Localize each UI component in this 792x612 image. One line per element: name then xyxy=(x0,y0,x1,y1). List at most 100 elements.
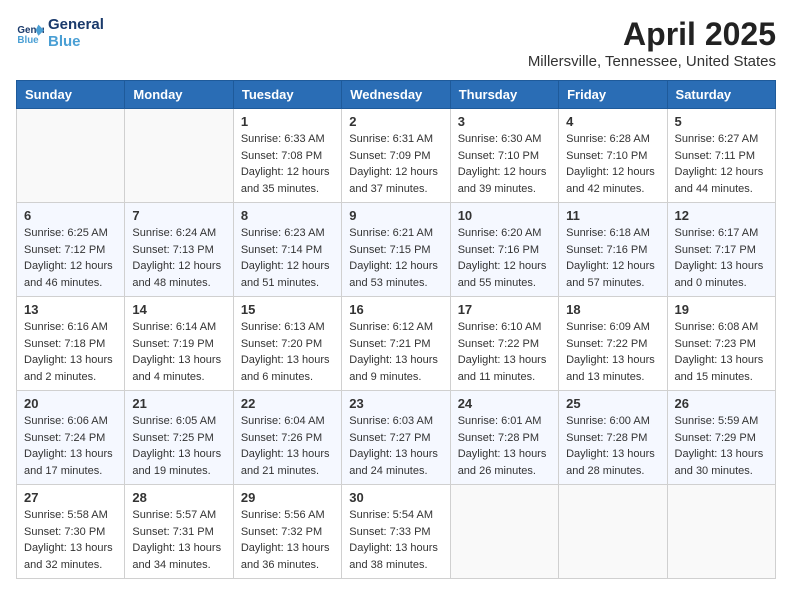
day-number: 3 xyxy=(458,114,551,129)
day-info: Sunrise: 6:30 AM Sunset: 7:10 PM Dayligh… xyxy=(458,131,551,197)
day-info: Sunrise: 6:05 AM Sunset: 7:25 PM Dayligh… xyxy=(132,413,225,479)
daylight-text: Daylight: 12 hours and 42 minutes. xyxy=(566,164,659,197)
calendar: SundayMondayTuesdayWednesdayThursdayFrid… xyxy=(16,80,776,579)
sunset-text: Sunset: 7:28 PM xyxy=(566,430,659,447)
calendar-week-row: 27 Sunrise: 5:58 AM Sunset: 7:30 PM Dayl… xyxy=(17,485,776,579)
calendar-cell: 22 Sunrise: 6:04 AM Sunset: 7:26 PM Dayl… xyxy=(233,391,341,485)
daylight-text: Daylight: 13 hours and 0 minutes. xyxy=(675,258,768,291)
sunrise-text: Sunrise: 6:30 AM xyxy=(458,131,551,148)
sunrise-text: Sunrise: 5:57 AM xyxy=(132,507,225,524)
day-number: 26 xyxy=(675,396,768,411)
sunset-text: Sunset: 7:27 PM xyxy=(349,430,442,447)
day-number: 12 xyxy=(675,208,768,223)
day-info: Sunrise: 6:31 AM Sunset: 7:09 PM Dayligh… xyxy=(349,131,442,197)
calendar-cell: 23 Sunrise: 6:03 AM Sunset: 7:27 PM Dayl… xyxy=(342,391,450,485)
day-info: Sunrise: 6:08 AM Sunset: 7:23 PM Dayligh… xyxy=(675,319,768,385)
sunrise-text: Sunrise: 6:00 AM xyxy=(566,413,659,430)
calendar-week-row: 13 Sunrise: 6:16 AM Sunset: 7:18 PM Dayl… xyxy=(17,297,776,391)
day-info: Sunrise: 5:59 AM Sunset: 7:29 PM Dayligh… xyxy=(675,413,768,479)
sunrise-text: Sunrise: 6:05 AM xyxy=(132,413,225,430)
sunset-text: Sunset: 7:10 PM xyxy=(458,148,551,165)
day-number: 27 xyxy=(24,490,117,505)
day-number: 1 xyxy=(241,114,334,129)
daylight-text: Daylight: 13 hours and 13 minutes. xyxy=(566,352,659,385)
day-info: Sunrise: 6:13 AM Sunset: 7:20 PM Dayligh… xyxy=(241,319,334,385)
calendar-cell: 27 Sunrise: 5:58 AM Sunset: 7:30 PM Dayl… xyxy=(17,485,125,579)
calendar-cell: 7 Sunrise: 6:24 AM Sunset: 7:13 PM Dayli… xyxy=(125,203,233,297)
weekday-header: Sunday xyxy=(17,81,125,109)
sunset-text: Sunset: 7:32 PM xyxy=(241,524,334,541)
calendar-cell: 17 Sunrise: 6:10 AM Sunset: 7:22 PM Dayl… xyxy=(450,297,558,391)
sunset-text: Sunset: 7:31 PM xyxy=(132,524,225,541)
daylight-text: Daylight: 13 hours and 11 minutes. xyxy=(458,352,551,385)
sunrise-text: Sunrise: 6:24 AM xyxy=(132,225,225,242)
day-info: Sunrise: 6:33 AM Sunset: 7:08 PM Dayligh… xyxy=(241,131,334,197)
weekday-header: Thursday xyxy=(450,81,558,109)
sunrise-text: Sunrise: 6:33 AM xyxy=(241,131,334,148)
location-title: Millersville, Tennessee, United States xyxy=(528,53,776,70)
day-number: 8 xyxy=(241,208,334,223)
calendar-cell: 30 Sunrise: 5:54 AM Sunset: 7:33 PM Dayl… xyxy=(342,485,450,579)
sunset-text: Sunset: 7:17 PM xyxy=(675,242,768,259)
day-info: Sunrise: 6:09 AM Sunset: 7:22 PM Dayligh… xyxy=(566,319,659,385)
sunrise-text: Sunrise: 6:27 AM xyxy=(675,131,768,148)
daylight-text: Daylight: 12 hours and 35 minutes. xyxy=(241,164,334,197)
calendar-week-row: 20 Sunrise: 6:06 AM Sunset: 7:24 PM Dayl… xyxy=(17,391,776,485)
daylight-text: Daylight: 13 hours and 21 minutes. xyxy=(241,446,334,479)
day-info: Sunrise: 6:27 AM Sunset: 7:11 PM Dayligh… xyxy=(675,131,768,197)
day-info: Sunrise: 5:56 AM Sunset: 7:32 PM Dayligh… xyxy=(241,507,334,573)
sunset-text: Sunset: 7:19 PM xyxy=(132,336,225,353)
sunset-text: Sunset: 7:25 PM xyxy=(132,430,225,447)
calendar-cell: 16 Sunrise: 6:12 AM Sunset: 7:21 PM Dayl… xyxy=(342,297,450,391)
daylight-text: Daylight: 13 hours and 26 minutes. xyxy=(458,446,551,479)
daylight-text: Daylight: 12 hours and 37 minutes. xyxy=(349,164,442,197)
sunset-text: Sunset: 7:12 PM xyxy=(24,242,117,259)
daylight-text: Daylight: 13 hours and 32 minutes. xyxy=(24,540,117,573)
day-info: Sunrise: 5:54 AM Sunset: 7:33 PM Dayligh… xyxy=(349,507,442,573)
calendar-week-row: 6 Sunrise: 6:25 AM Sunset: 7:12 PM Dayli… xyxy=(17,203,776,297)
logo-blue: Blue xyxy=(48,33,104,50)
weekday-header: Friday xyxy=(559,81,667,109)
daylight-text: Daylight: 12 hours and 46 minutes. xyxy=(24,258,117,291)
calendar-cell: 8 Sunrise: 6:23 AM Sunset: 7:14 PM Dayli… xyxy=(233,203,341,297)
day-info: Sunrise: 6:04 AM Sunset: 7:26 PM Dayligh… xyxy=(241,413,334,479)
weekday-header: Monday xyxy=(125,81,233,109)
sunrise-text: Sunrise: 5:59 AM xyxy=(675,413,768,430)
daylight-text: Daylight: 13 hours and 34 minutes. xyxy=(132,540,225,573)
sunset-text: Sunset: 7:16 PM xyxy=(566,242,659,259)
daylight-text: Daylight: 12 hours and 57 minutes. xyxy=(566,258,659,291)
sunrise-text: Sunrise: 6:17 AM xyxy=(675,225,768,242)
day-number: 17 xyxy=(458,302,551,317)
daylight-text: Daylight: 12 hours and 39 minutes. xyxy=(458,164,551,197)
sunrise-text: Sunrise: 6:25 AM xyxy=(24,225,117,242)
day-info: Sunrise: 6:03 AM Sunset: 7:27 PM Dayligh… xyxy=(349,413,442,479)
day-number: 9 xyxy=(349,208,442,223)
sunrise-text: Sunrise: 6:20 AM xyxy=(458,225,551,242)
day-info: Sunrise: 6:23 AM Sunset: 7:14 PM Dayligh… xyxy=(241,225,334,291)
daylight-text: Daylight: 13 hours and 36 minutes. xyxy=(241,540,334,573)
calendar-cell: 12 Sunrise: 6:17 AM Sunset: 7:17 PM Dayl… xyxy=(667,203,775,297)
calendar-cell: 1 Sunrise: 6:33 AM Sunset: 7:08 PM Dayli… xyxy=(233,109,341,203)
sunset-text: Sunset: 7:08 PM xyxy=(241,148,334,165)
day-number: 21 xyxy=(132,396,225,411)
daylight-text: Daylight: 12 hours and 51 minutes. xyxy=(241,258,334,291)
sunset-text: Sunset: 7:20 PM xyxy=(241,336,334,353)
sunset-text: Sunset: 7:26 PM xyxy=(241,430,334,447)
day-number: 19 xyxy=(675,302,768,317)
day-number: 2 xyxy=(349,114,442,129)
sunset-text: Sunset: 7:13 PM xyxy=(132,242,225,259)
sunrise-text: Sunrise: 6:16 AM xyxy=(24,319,117,336)
sunset-text: Sunset: 7:15 PM xyxy=(349,242,442,259)
calendar-cell: 6 Sunrise: 6:25 AM Sunset: 7:12 PM Dayli… xyxy=(17,203,125,297)
day-number: 15 xyxy=(241,302,334,317)
day-info: Sunrise: 6:28 AM Sunset: 7:10 PM Dayligh… xyxy=(566,131,659,197)
daylight-text: Daylight: 13 hours and 19 minutes. xyxy=(132,446,225,479)
day-number: 18 xyxy=(566,302,659,317)
sunrise-text: Sunrise: 6:21 AM xyxy=(349,225,442,242)
svg-text:Blue: Blue xyxy=(17,35,39,46)
calendar-cell: 9 Sunrise: 6:21 AM Sunset: 7:15 PM Dayli… xyxy=(342,203,450,297)
day-info: Sunrise: 6:14 AM Sunset: 7:19 PM Dayligh… xyxy=(132,319,225,385)
header: General Blue General Blue April 2025 Mil… xyxy=(16,16,776,70)
daylight-text: Daylight: 12 hours and 44 minutes. xyxy=(675,164,768,197)
sunset-text: Sunset: 7:10 PM xyxy=(566,148,659,165)
